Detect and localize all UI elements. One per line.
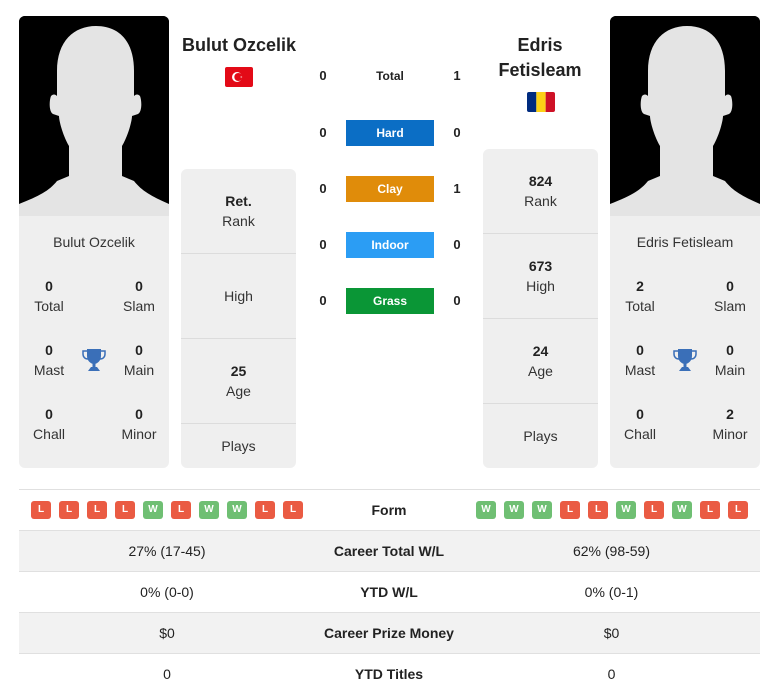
silhouette-icon [610, 16, 760, 216]
form-win-badge[interactable]: W [672, 501, 692, 519]
player1-plays: Plays [221, 438, 256, 454]
player1-titles-total: 0 Total [34, 278, 64, 314]
form-loss-badge[interactable]: L [700, 501, 720, 519]
player1-rank: Ret. Rank [181, 169, 296, 254]
player2-titles-total: 2 Total [625, 278, 655, 314]
form-label: Form [371, 502, 407, 518]
prize-money-p1: $0 [159, 625, 175, 641]
player1-form: LLLLWLWWLL [31, 490, 303, 530]
player1-titles-slam: 0 Slam [123, 278, 155, 314]
h2h-total-p2: 1 [453, 68, 461, 83]
h2h-grass-label: Grass [346, 288, 434, 314]
h2h-indoor-p2: 0 [453, 237, 461, 252]
player1-titles-minor: 0 Minor [121, 406, 157, 442]
player2-plays: Plays [523, 428, 558, 444]
player2-info-card: 824 Rank 673 High 24 Age Plays [483, 149, 598, 468]
h2h-clay-label: Clay [346, 176, 434, 202]
ytd-titles-p2: 0 [607, 666, 616, 682]
player2-photo [610, 16, 760, 216]
form-loss-badge[interactable]: L [87, 501, 107, 519]
trophy-icon [672, 347, 698, 373]
ytd-titles-label: YTD Titles [354, 666, 424, 682]
table-row: 0% (0-0) YTD W/L 0% (0-1) [19, 572, 760, 613]
h2h-row-grass: 0 Grass 0 [310, 288, 470, 314]
player1-high: High [181, 254, 296, 339]
ytd-wl-p2: 0% (0-1) [584, 584, 639, 600]
player2-rank: 824 Rank [483, 149, 598, 234]
ytd-wl-p1: 0% (0-0) [140, 584, 194, 600]
player2-titles-slam: 0 Slam [714, 278, 746, 314]
form-win-badge[interactable]: W [199, 501, 219, 519]
form-win-badge[interactable]: W [227, 501, 247, 519]
h2h-hard-label: Hard [346, 120, 434, 146]
form-loss-badge[interactable]: L [728, 501, 748, 519]
table-row: 0 YTD Titles 0 [19, 654, 760, 695]
player1-titles-mast: 0 Mast [33, 342, 65, 378]
table-row: 27% (17-45) Career Total W/L 62% (98-59) [19, 531, 760, 572]
h2h-row-total: 0 Total 1 [310, 63, 470, 89]
player2-titles-mast: 0 Mast [624, 342, 656, 378]
player1-name-heading[interactable]: Bulut Ozcelik [176, 33, 302, 58]
form-loss-badge[interactable]: L [588, 501, 608, 519]
career-wl-label: Career Total W/L [333, 543, 445, 559]
player2-card: Edris Fetisleam 2 Total 0 Slam 0 Mast 0 Main… [610, 16, 760, 468]
career-wl-p2: 62% (98-59) [572, 543, 651, 559]
form-win-badge[interactable]: W [504, 501, 524, 519]
h2h-hard-p2: 0 [453, 125, 461, 140]
form-loss-badge[interactable]: L [283, 501, 303, 519]
romania-flag-icon [527, 92, 555, 112]
player1-age: 25 Age [181, 339, 296, 424]
player1-info-card: Ret. Rank High 25 Age Plays [181, 169, 296, 468]
player2-form: WWWLLWLWLL [476, 490, 748, 530]
form-loss-badge[interactable]: L [171, 501, 191, 519]
player2-card-name: Edris Fetisleam [636, 234, 734, 250]
player2-name-heading[interactable]: Edris Fetisleam [490, 33, 590, 83]
h2h-indoor-p1: 0 [319, 237, 327, 252]
form-loss-badge[interactable]: L [255, 501, 275, 519]
comparison-table: LLLLWLWWLL Form WWWLLWLWLL 27% (17-45) C… [19, 489, 760, 695]
form-loss-badge[interactable]: L [644, 501, 664, 519]
trophy-icon [81, 347, 107, 373]
prize-money-p2: $0 [603, 625, 620, 641]
player2-age: 24 Age [483, 319, 598, 404]
form-win-badge[interactable]: W [616, 501, 636, 519]
form-loss-badge[interactable]: L [560, 501, 580, 519]
form-row: LLLLWLWWLL Form WWWLLWLWLL [19, 490, 760, 531]
player1-photo [19, 16, 169, 216]
prize-money-label: Career Prize Money [324, 625, 454, 641]
player2-titles-minor: 2 Minor [712, 406, 748, 442]
h2h-grass-p1: 0 [319, 293, 327, 308]
h2h-row-clay: 0 Clay 1 [310, 176, 470, 202]
h2h-indoor-label: Indoor [346, 232, 434, 258]
h2h-total-p1: 0 [319, 68, 327, 83]
h2h-row-indoor: 0 Indoor 0 [310, 232, 470, 258]
silhouette-icon [19, 16, 169, 216]
turkey-flag-icon [225, 67, 253, 87]
h2h-clay-p2: 1 [453, 181, 461, 196]
player1-card: Bulut Ozcelik 0 Total 0 Slam 0 Mast 0 Main 0… [19, 16, 169, 468]
form-win-badge[interactable]: W [476, 501, 496, 519]
player1-titles-chall: 0 Chall [33, 406, 65, 442]
career-wl-p1: 27% (17-45) [128, 543, 206, 559]
player1-titles-main: 0 Main [123, 342, 155, 378]
form-win-badge[interactable]: W [532, 501, 552, 519]
form-loss-badge[interactable]: L [59, 501, 79, 519]
h2h-hard-p1: 0 [319, 125, 327, 140]
table-row: $0 Career Prize Money $0 [19, 613, 760, 654]
player2-titles-main: 0 Main [714, 342, 746, 378]
player2-titles-chall: 0 Chall [624, 406, 656, 442]
h2h-total-label: Total [376, 69, 404, 83]
form-loss-badge[interactable]: L [31, 501, 51, 519]
h2h-row-hard: 0 Hard 0 [310, 120, 470, 146]
player1-card-name: Bulut Ozcelik [53, 234, 135, 250]
ytd-wl-label: YTD W/L [360, 584, 418, 600]
form-win-badge[interactable]: W [143, 501, 163, 519]
form-loss-badge[interactable]: L [115, 501, 135, 519]
ytd-titles-p1: 0 [163, 666, 171, 682]
h2h-grass-p2: 0 [453, 293, 461, 308]
player2-high: 673 High [483, 234, 598, 319]
h2h-clay-p1: 0 [319, 181, 327, 196]
